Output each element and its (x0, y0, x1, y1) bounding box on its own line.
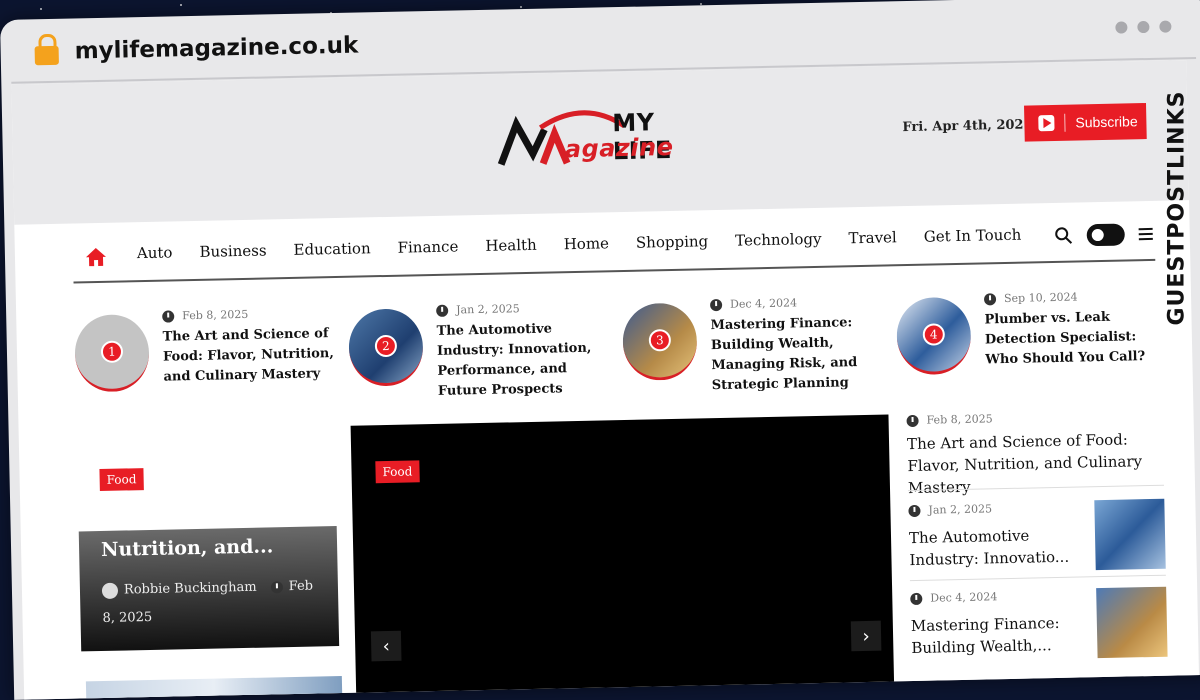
list-item[interactable]: Dec 4, 2024 Mastering Finance: Building … (910, 586, 1168, 659)
trending-item[interactable]: 3 Dec 4, 2024 Mastering Finance: Buildin… (622, 288, 894, 394)
list-date: Feb 8, 2025 (926, 412, 993, 427)
author-avatar (101, 582, 119, 599)
trending-date: Dec 4, 2024 (729, 296, 798, 311)
site-logo[interactable]: MY LIFE agazine (494, 102, 721, 173)
trending-strip: 1 Feb 8, 2025 The Art and Science of Foo… (74, 283, 1166, 406)
nav-item-education[interactable]: Education (293, 239, 370, 259)
subscribe-label: Subscribe (1075, 113, 1138, 131)
author-name[interactable]: Robbie Buckingham (124, 580, 257, 598)
subscribe-button[interactable]: Subscribe (1024, 103, 1147, 142)
nav-item-travel[interactable]: Travel (848, 228, 897, 247)
nav-item-shopping[interactable]: Shopping (636, 232, 709, 252)
trending-item[interactable]: 2 Jan 2, 2025 The Automotive Industry: I… (348, 294, 620, 400)
site-header: MY LIFE agazine Fri. Apr 4th, 2025 Subsc… (11, 60, 1190, 225)
trending-date: Jan 2, 2025 (456, 302, 520, 317)
right-article-list: Feb 8, 2025 The Art and Science of Food:… (906, 409, 1168, 659)
browser-window: mylifemagazine.co.uk MY LIFE agazine Fri… (0, 0, 1200, 700)
trending-title[interactable]: Mastering Finance: Building Wealth, Mana… (710, 312, 890, 396)
hamburger-menu-icon[interactable] (1138, 227, 1153, 241)
card-meta: Robbie Buckingham Feb 8, 2025 (101, 572, 323, 633)
slider-next-button[interactable]: › (850, 620, 882, 652)
clock-icon (910, 592, 923, 605)
dark-mode-toggle[interactable] (1086, 223, 1125, 247)
nav-item-home[interactable]: Home (564, 234, 610, 253)
trending-item[interactable]: 4 Sep 10, 2024 Plumber vs. Leak Detectio… (896, 283, 1168, 389)
header-date: Fri. Apr 4th, 2025 (902, 117, 1033, 136)
featured-card-left[interactable]: Food Nutrition, and... Robbie Buckingham… (77, 446, 340, 652)
play-icon (1038, 114, 1055, 132)
nav-item-get-in-touch[interactable]: Get In Touch (924, 226, 1022, 246)
trending-date: Feb 8, 2025 (182, 307, 249, 323)
list-title[interactable]: The Automotive Industry: Innovatio... (909, 523, 1086, 571)
clock-icon (436, 304, 449, 317)
list-item[interactable]: Jan 2, 2025 The Automotive Industry: Inn… (908, 498, 1166, 571)
list-date: Dec 4, 2024 (930, 590, 998, 605)
slider-prev-button[interactable]: ‹ (370, 630, 402, 662)
category-badge[interactable]: Food (375, 460, 420, 484)
clock-icon (908, 504, 921, 517)
clock-icon (162, 309, 175, 323)
trending-title[interactable]: The Art and Science of Food: Flavor, Nut… (162, 324, 341, 388)
list-thumbnail[interactable] (1094, 498, 1166, 571)
hero-slider[interactable]: Food ‹ › (350, 414, 895, 700)
website-page: MY LIFE agazine Fri. Apr 4th, 2025 Subsc… (11, 60, 1200, 700)
search-icon[interactable] (1055, 227, 1073, 245)
category-badge[interactable]: Food (99, 468, 144, 492)
clock-icon (270, 580, 283, 593)
trending-title[interactable]: Plumber vs. Leak Detection Specialist: W… (984, 307, 1163, 371)
list-thumbnail[interactable] (1096, 586, 1168, 659)
guestpostlinks-watermark: GUESTPOSTLINKS (1160, 60, 1200, 360)
clock-icon (906, 414, 919, 427)
left-article-image[interactable] (85, 675, 343, 700)
home-icon[interactable] (85, 247, 107, 267)
watermark-text: GUESTPOSTLINKS (1164, 90, 1190, 326)
url-text[interactable]: mylifemagazine.co.uk (74, 33, 358, 65)
lock-icon (34, 33, 59, 66)
trending-title[interactable]: The Automotive Industry: Innovation, Per… (436, 318, 616, 402)
card-title[interactable]: Nutrition, and... (101, 535, 274, 561)
nav-item-technology[interactable]: Technology (735, 230, 822, 250)
clock-icon (983, 292, 997, 305)
nav-item-health[interactable]: Health (485, 236, 537, 255)
window-menu-dots[interactable] (1105, 17, 1172, 37)
trending-date: Sep 10, 2024 (1003, 290, 1078, 306)
list-date: Jan 2, 2025 (928, 502, 993, 517)
list-title[interactable]: Mastering Finance: Building Wealth,... (911, 611, 1088, 659)
nav-item-finance[interactable]: Finance (397, 237, 458, 256)
nav-item-auto[interactable]: Auto (137, 243, 173, 262)
logo-text-magazine: agazine (564, 132, 674, 164)
nav-item-business[interactable]: Business (199, 241, 266, 260)
clock-icon (709, 298, 723, 311)
trending-item[interactable]: 1 Feb 8, 2025 The Art and Science of Foo… (74, 300, 346, 406)
